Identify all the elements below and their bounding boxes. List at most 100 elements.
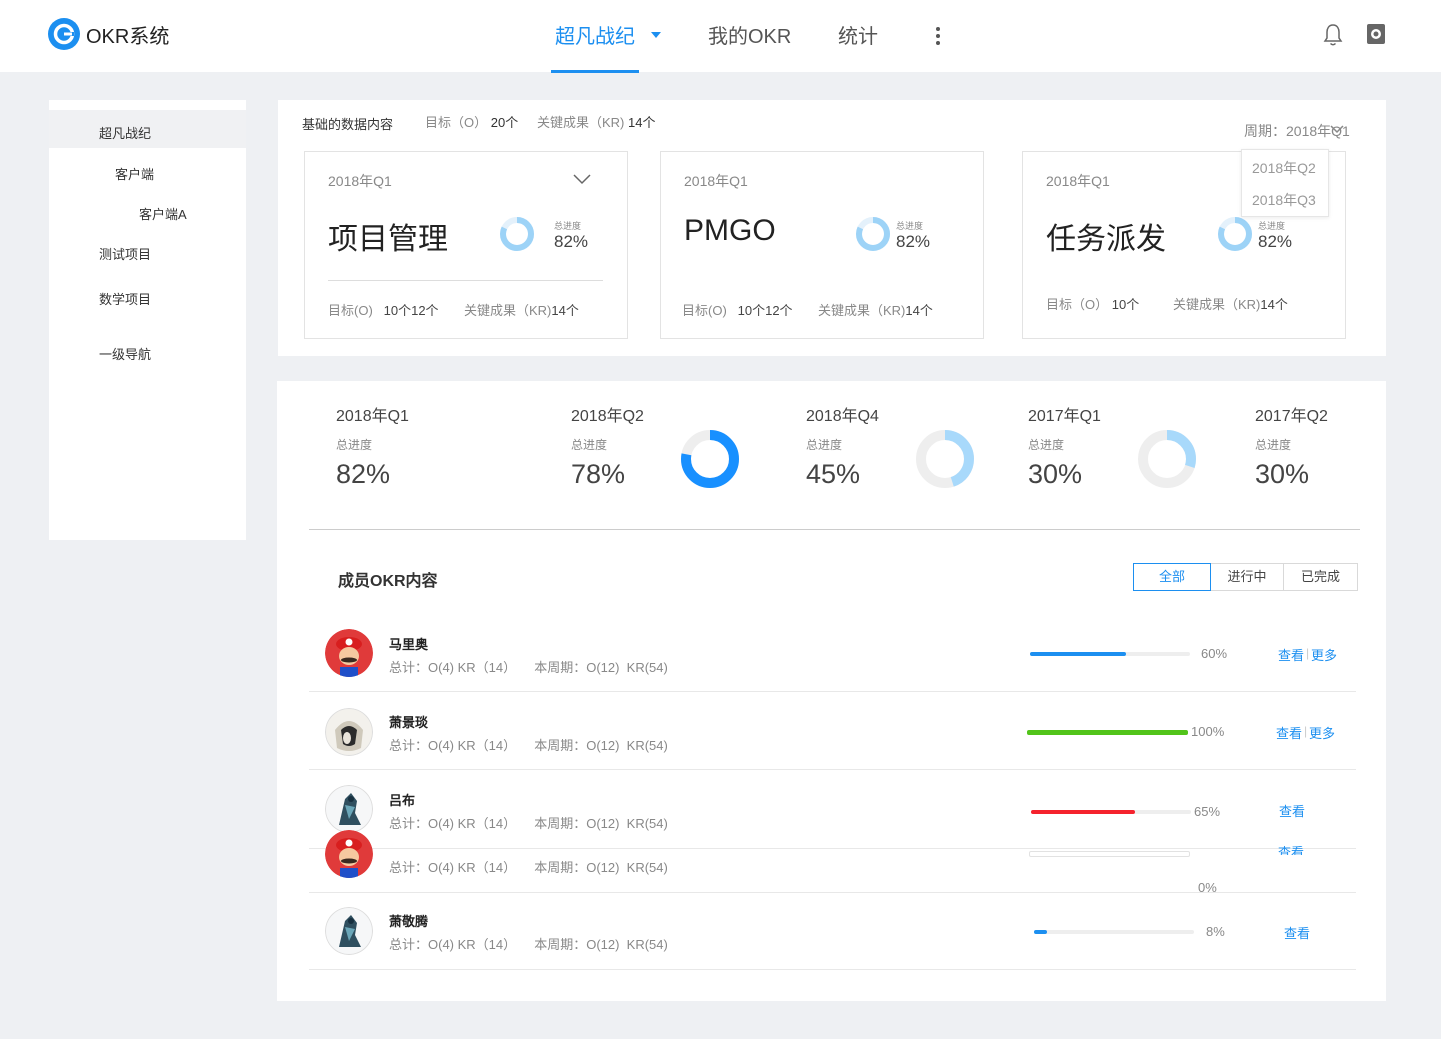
project-card[interactable]: 2018年Q1 项目管理 总进度 82% 目标(O) 10个12个 关键成果（K… bbox=[304, 151, 628, 339]
card-project-name: 项目管理 bbox=[328, 223, 448, 256]
card-project-name: 任务派发 bbox=[1046, 223, 1166, 256]
member-total: 总计：O(4) KR（14） bbox=[389, 816, 517, 831]
member-stats: 总计：O(4) KR（14） 本周期：O(12) KR(54) bbox=[389, 657, 668, 676]
progress-ring bbox=[856, 217, 890, 251]
member-progress-bar bbox=[1034, 930, 1194, 934]
gear-icon[interactable] bbox=[1364, 21, 1388, 47]
knight-avatar bbox=[325, 785, 373, 833]
link-separator: | bbox=[1304, 724, 1308, 738]
member-total: 总计：O(4) KR（14） bbox=[389, 860, 517, 875]
objectives-stat: 目标（O） 20个 bbox=[425, 112, 518, 131]
app-title: OKR系统 bbox=[86, 26, 170, 48]
nav-tab-my-okr[interactable]: 我的OKR bbox=[708, 20, 791, 49]
progress-fill bbox=[1030, 652, 1126, 656]
chevron-down-icon[interactable] bbox=[573, 173, 591, 185]
card-progress-label: 总进度 bbox=[896, 221, 924, 231]
okr-logo-icon bbox=[48, 18, 80, 50]
card-objectives-value: 10个12个 bbox=[383, 303, 439, 318]
progress-ring bbox=[1218, 217, 1252, 251]
period-option-q2[interactable]: 2018年Q2 bbox=[1252, 158, 1316, 178]
filter-in-progress-button[interactable]: 进行中 bbox=[1210, 563, 1284, 591]
sidebar-item-math-project[interactable]: 数学项目 bbox=[99, 289, 151, 308]
member-total: 总计：O(4) KR（14） bbox=[389, 937, 517, 952]
card-progress-value: 82% bbox=[896, 232, 931, 251]
card-period: 2018年Q1 bbox=[328, 173, 392, 189]
objectives-value: 20个 bbox=[490, 115, 519, 130]
view-link[interactable]: 查看 bbox=[1279, 801, 1305, 820]
card-key-results: 关键成果（KR)14个 bbox=[1173, 294, 1288, 313]
sidebar: 超凡战纪 客户端 客户端A 测试项目 数学项目 一级导航 bbox=[49, 100, 246, 540]
period-option-q3[interactable]: 2018年Q3 bbox=[1252, 190, 1316, 210]
member-name: 马里奥 bbox=[389, 637, 429, 652]
member-total: 总计：O(4) KR（14） bbox=[389, 738, 517, 753]
quarter-period: 2018年Q4 bbox=[806, 408, 879, 425]
more-vertical-icon[interactable] bbox=[934, 26, 942, 46]
row-divider bbox=[309, 892, 1356, 893]
member-stats: 总计：O(4) KR（14） 本周期：O(12) KR(54) bbox=[389, 735, 668, 754]
card-kr-label: 关键成果（KR) bbox=[1173, 297, 1261, 312]
bell-icon[interactable] bbox=[1322, 22, 1344, 48]
card-kr-label: 关键成果（KR) bbox=[464, 303, 552, 318]
member-progress-pct: 100% bbox=[1191, 724, 1225, 739]
card-period: 2018年Q1 bbox=[1046, 173, 1110, 189]
row-divider bbox=[309, 848, 1356, 849]
more-link[interactable]: 更多 bbox=[1311, 645, 1337, 664]
row-divider bbox=[309, 769, 1356, 770]
project-card[interactable]: 2018年Q1 PMGO 总进度 82% 目标(O) 10个12个 关键成果（K… bbox=[660, 151, 984, 339]
quarter-progress-value: 82% bbox=[336, 459, 391, 489]
member-stats: 总计：O(4) KR（14） 本周期：O(12) KR(54) bbox=[389, 934, 668, 953]
member-progress-bar bbox=[1029, 851, 1190, 857]
nav-tab-stats[interactable]: 统计 bbox=[838, 20, 878, 49]
filter-all-button[interactable]: 全部 bbox=[1133, 563, 1211, 591]
sidebar-item-chaofan[interactable]: 超凡战纪 bbox=[99, 123, 151, 142]
progress-ring bbox=[500, 217, 534, 251]
member-progress-bar bbox=[1030, 652, 1190, 656]
row-divider bbox=[309, 691, 1356, 692]
objectives-label: 目标（O） bbox=[425, 115, 488, 130]
card-key-results: 关键成果（KR)14个 bbox=[464, 300, 579, 319]
card-objectives: 目标（O） 10个 bbox=[1046, 294, 1139, 313]
card-progress-value: 82% bbox=[554, 232, 589, 251]
card-objectives-label: 目标(O) bbox=[682, 303, 727, 318]
sidebar-item-level1-nav[interactable]: 一级导航 bbox=[99, 344, 151, 363]
member-total: 总计：O(4) KR（14） bbox=[389, 660, 517, 675]
quarter-progress-label: 总进度 bbox=[1028, 438, 1065, 452]
view-link[interactable]: 查看 bbox=[1284, 923, 1310, 942]
quarter-period: 2018年Q2 bbox=[571, 408, 644, 425]
quarter-progress-value: 30% bbox=[1255, 459, 1310, 489]
key-results-stat: 关键成果（KR) 14个 bbox=[537, 112, 655, 131]
view-link[interactable]: 查看 bbox=[1278, 846, 1304, 855]
members-title: 成员OKR内容 bbox=[338, 573, 438, 590]
sidebar-item-client-a[interactable]: 客户端A bbox=[139, 204, 187, 223]
filter-done-button[interactable]: 已完成 bbox=[1283, 563, 1358, 591]
member-period: 本周期：O(12) KR(54) bbox=[534, 738, 668, 753]
member-period: 本周期：O(12) KR(54) bbox=[534, 860, 668, 875]
sidebar-item-test-project[interactable]: 测试项目 bbox=[99, 244, 151, 263]
mario-avatar bbox=[325, 830, 373, 878]
progress-fill bbox=[1031, 810, 1135, 814]
quarter-period: 2017年Q1 bbox=[1028, 408, 1101, 425]
card-objectives: 目标(O) 10个12个 bbox=[328, 300, 439, 319]
summary-panel: 基础的数据内容 目标（O） 20个 关键成果（KR) 14个 周期：2018年Q… bbox=[278, 100, 1386, 356]
member-progress-pct: 60% bbox=[1201, 646, 1228, 661]
quarter-progress-label: 总进度 bbox=[806, 438, 843, 452]
quarter-progress-value: 30% bbox=[1028, 459, 1083, 489]
quarter-period: 2017年Q2 bbox=[1255, 408, 1328, 425]
quarter-progress-ring bbox=[916, 430, 974, 488]
member-progress-pct: 8% bbox=[1206, 924, 1225, 939]
member-progress-bar bbox=[1031, 810, 1191, 814]
sidebar-item-client[interactable]: 客户端 bbox=[115, 164, 154, 183]
more-link[interactable]: 更多 bbox=[1309, 723, 1335, 742]
chevron-down-icon[interactable] bbox=[1330, 124, 1344, 134]
chevron-down-icon[interactable] bbox=[651, 32, 661, 38]
member-stats: 总计：O(4) KR（14） 本周期：O(12) KR(54) bbox=[389, 813, 668, 832]
nav-tab-chaofan[interactable]: 超凡战纪 bbox=[555, 20, 635, 49]
member-name: 吕布 bbox=[389, 793, 416, 808]
card-progress-value: 82% bbox=[1258, 232, 1293, 251]
mario-avatar bbox=[325, 629, 373, 677]
view-link[interactable]: 查看 bbox=[1276, 723, 1302, 742]
warrior-avatar bbox=[325, 708, 373, 756]
detail-panel: 2018年Q1 总进度 82% 2018年Q2 总进度 78% 2018年Q4 … bbox=[277, 381, 1386, 1001]
view-link[interactable]: 查看 bbox=[1278, 645, 1304, 664]
card-objectives-value: 10个12个 bbox=[737, 303, 793, 318]
